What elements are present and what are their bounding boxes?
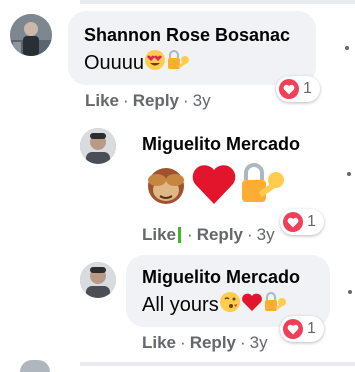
comment-actions: Like · Reply · 3y bbox=[85, 91, 211, 111]
comment-text: Ouuuu bbox=[84, 50, 192, 76]
separator: · bbox=[123, 91, 129, 110]
more-options-icon[interactable] bbox=[347, 172, 351, 176]
comment-actions: Like · Reply · 3y bbox=[142, 333, 268, 353]
like-button[interactable]: Like bbox=[142, 225, 176, 245]
reply-button[interactable]: Reply bbox=[197, 225, 243, 245]
separator: · bbox=[247, 225, 253, 244]
timestamp[interactable]: 3y bbox=[257, 225, 275, 245]
lock-key-emoji bbox=[166, 49, 192, 77]
comment-text: All yours bbox=[142, 292, 289, 318]
separator: · bbox=[187, 225, 193, 244]
separator: · bbox=[183, 91, 189, 110]
next-comment-avatar-edge bbox=[20, 360, 50, 372]
separator: · bbox=[240, 333, 246, 352]
see-no-evil-monkey-emoji bbox=[142, 160, 190, 214]
like-button[interactable]: Like bbox=[85, 91, 119, 111]
comment-text bbox=[142, 163, 288, 211]
red-heart-emoji bbox=[190, 162, 238, 212]
previous-comment-edge bbox=[80, 0, 355, 4]
timestamp[interactable]: 3y bbox=[250, 333, 268, 353]
next-comment-edge bbox=[80, 362, 355, 366]
separator: · bbox=[180, 333, 186, 352]
reaction-badge[interactable]: 1 bbox=[280, 209, 324, 235]
comment-author[interactable]: Miguelito Mercado bbox=[142, 267, 300, 288]
heart-eyes-emoji bbox=[144, 49, 166, 77]
reaction-count: 1 bbox=[307, 213, 316, 230]
reply-button[interactable]: Reply bbox=[190, 333, 236, 353]
reply-button[interactable]: Reply bbox=[133, 91, 179, 111]
text-cursor bbox=[178, 227, 182, 243]
heart-reaction-icon bbox=[279, 79, 299, 99]
comment-text-content: All yours bbox=[142, 293, 219, 316]
comment-text-content: Ouuuu bbox=[84, 51, 145, 74]
kiss-emoji bbox=[219, 291, 241, 319]
profile-photo bbox=[10, 14, 52, 56]
timestamp[interactable]: 3y bbox=[193, 91, 211, 111]
reaction-count: 1 bbox=[303, 80, 312, 97]
avatar[interactable] bbox=[80, 262, 116, 298]
profile-photo bbox=[80, 128, 116, 164]
more-options-icon[interactable] bbox=[348, 290, 352, 294]
reaction-badge[interactable]: 1 bbox=[276, 76, 320, 102]
heart-reaction-icon bbox=[283, 212, 303, 232]
lock-key-emoji bbox=[263, 291, 289, 319]
reaction-badge[interactable]: 1 bbox=[280, 316, 324, 342]
profile-photo bbox=[80, 262, 116, 298]
avatar[interactable] bbox=[10, 14, 52, 56]
comment-author[interactable]: Shannon Rose Bosanac bbox=[84, 25, 290, 46]
like-button[interactable]: Like bbox=[142, 333, 176, 353]
red-heart-emoji bbox=[241, 292, 263, 318]
more-options-icon[interactable] bbox=[345, 46, 349, 50]
avatar[interactable] bbox=[80, 128, 116, 164]
comment-actions: Like · Reply · 3y bbox=[142, 225, 275, 245]
reaction-count: 1 bbox=[307, 320, 316, 337]
heart-reaction-icon bbox=[283, 319, 303, 339]
comment-author[interactable]: Miguelito Mercado bbox=[142, 134, 300, 155]
lock-key-emoji bbox=[238, 160, 288, 214]
